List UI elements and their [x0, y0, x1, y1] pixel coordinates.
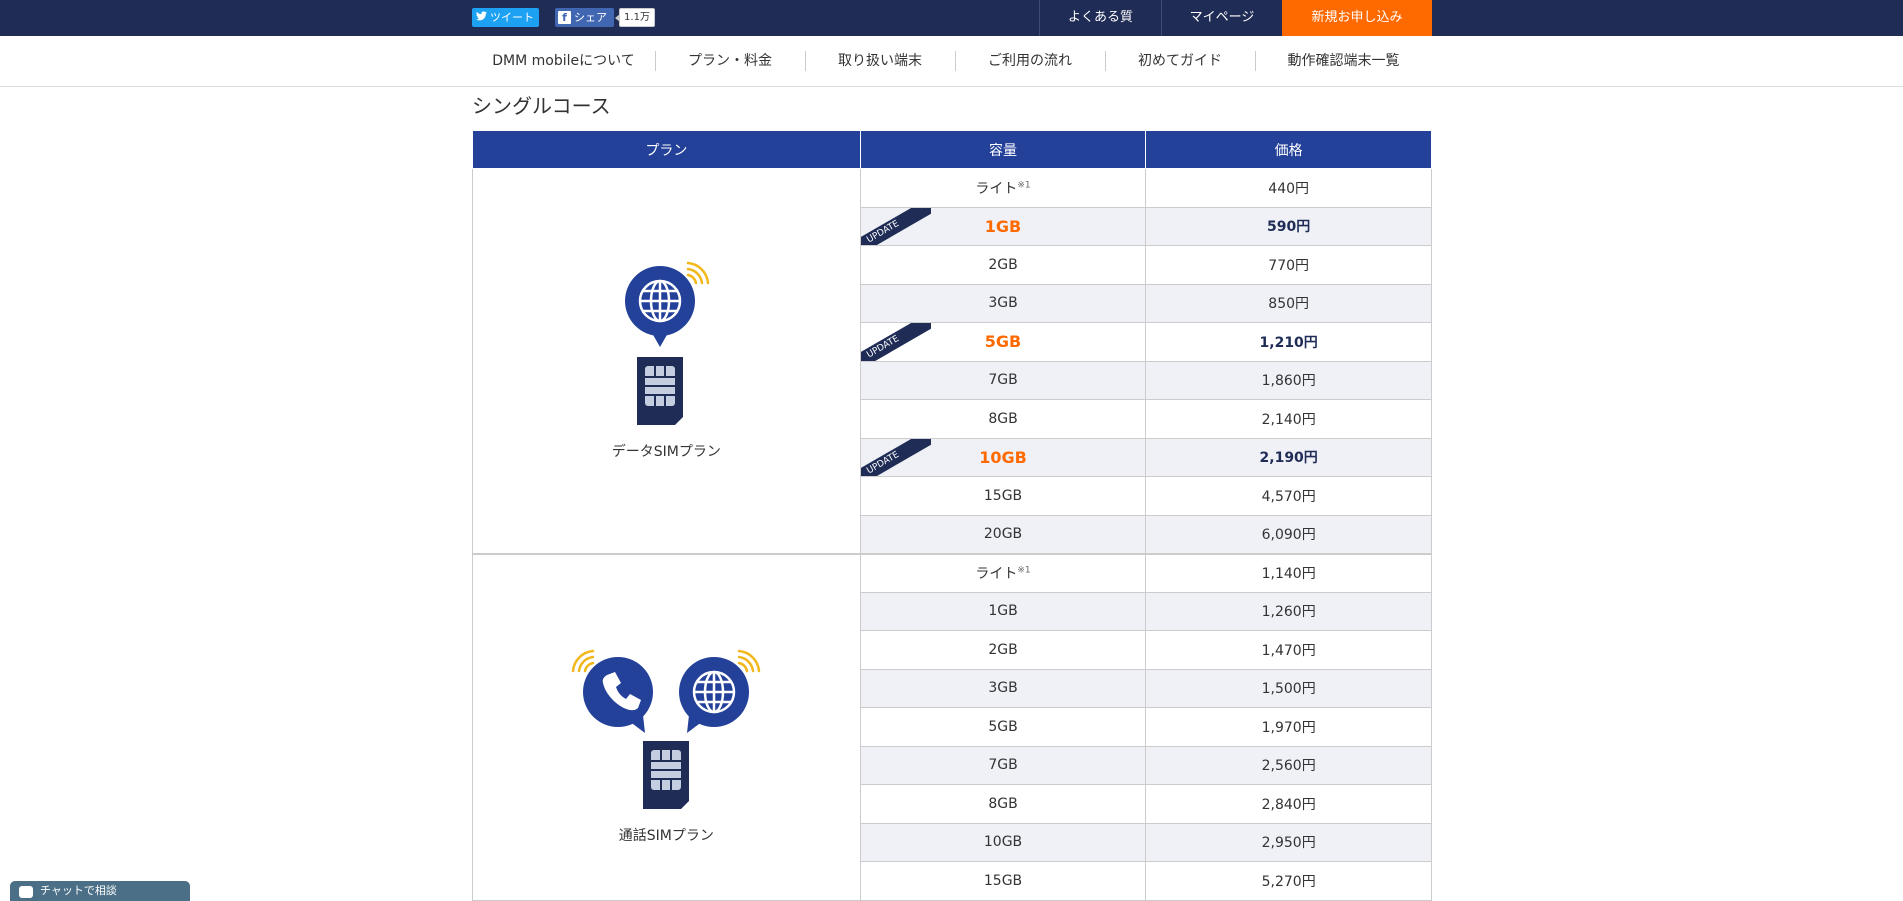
capacity-cell: 2GB — [859, 245, 1147, 285]
capacity-cell: 3GB — [859, 283, 1147, 323]
capacity-value: 5GB — [984, 332, 1022, 352]
capacity-cell: 10GB — [859, 822, 1147, 862]
footnote-mark: ※1 — [1017, 180, 1031, 191]
price-value: 2,190円 — [1259, 450, 1318, 467]
update-ribbon-label: UPDATE — [861, 323, 931, 361]
table-row: データSIMプラン ライト※1 440円 — [472, 168, 1432, 554]
capacity-cell: 8GB — [859, 399, 1147, 439]
capacity-cell: 8GB — [859, 784, 1147, 824]
price-cell: 2,140円 — [1145, 399, 1432, 439]
capacity-cell: UPDATE 10GB — [859, 437, 1147, 477]
capacity-value: 10GB — [979, 447, 1027, 467]
header-plan: プラン — [472, 130, 861, 169]
capacity-cell: 20GB — [859, 514, 1147, 554]
facebook-share-button[interactable]: f シェア — [555, 8, 614, 27]
price-cell: 2,950円 — [1145, 822, 1432, 862]
price-cell: 1,260円 — [1145, 591, 1432, 631]
faq-link[interactable]: よくある質問 — [1039, 0, 1161, 61]
capacity-cell: ライト※1 — [859, 168, 1147, 208]
chat-widget-label: チャットで相談 — [40, 884, 117, 897]
plan-price-table: プラン 容量 価格 データSIMプラン ライト※1 440円 UPDATE 1G… — [472, 130, 1432, 901]
capacity-cell: 15GB — [859, 861, 1147, 901]
price-cell: 1,500円 — [1145, 668, 1432, 708]
capacity-value: ライト — [975, 180, 1018, 197]
price-value: 590円 — [1267, 219, 1311, 236]
top-nav: よくある質問 マイページ 新規お申し込み — [1039, 0, 1432, 61]
top-bar: ツイート f シェア 1.1万 よくある質問 マイページ 新規お申し込み — [0, 0, 1903, 61]
table-header-row: プラン 容量 価格 — [472, 130, 1432, 169]
apply-button[interactable]: 新規お申し込み — [1282, 0, 1432, 36]
share-label: シェア — [574, 11, 607, 24]
mypage-link[interactable]: マイページ — [1161, 0, 1282, 36]
capacity-cell: UPDATE 5GB — [859, 322, 1147, 362]
price-value: 1,210円 — [1259, 334, 1318, 351]
update-ribbon-label: UPDATE — [861, 438, 931, 476]
update-ribbon: UPDATE — [861, 438, 931, 476]
price-cell: 6,090円 — [1145, 514, 1432, 554]
update-ribbon: UPDATE — [861, 207, 931, 245]
nav-item-guide[interactable]: 初めてガイド — [1105, 36, 1255, 87]
nav-item-about[interactable]: DMM mobileについて — [472, 36, 655, 87]
price-cell: 590円 — [1145, 206, 1432, 246]
capacity-cell: 3GB — [859, 668, 1147, 708]
price-cell: 1,860円 — [1145, 360, 1432, 400]
price-cell: 770円 — [1145, 245, 1432, 285]
price-cell: 1,470円 — [1145, 630, 1432, 670]
tweet-label: ツイート — [490, 11, 534, 24]
nav-item-device-list[interactable]: 動作確認端末一覧 — [1255, 36, 1432, 87]
voice-sim-plan-cell: 通話SIMプラン — [472, 552, 861, 901]
price-cell: 1,140円 — [1145, 552, 1432, 593]
data-sim-icon-group: データSIMプラン — [473, 261, 860, 461]
capacity-cell: 7GB — [859, 745, 1147, 785]
top-bar-inner: ツイート f シェア 1.1万 よくある質問 マイページ 新規お申し込み — [472, 0, 1432, 61]
data-sim-icon — [625, 261, 710, 425]
sub-nav-inner: DMM mobileについて プラン・料金 取り扱い端末 ご利用の流れ 初めてガ… — [472, 36, 1432, 87]
capacity-cell: 5GB — [859, 707, 1147, 747]
update-ribbon-label: UPDATE — [861, 207, 931, 245]
price-cell: 1,210円 — [1145, 322, 1432, 362]
price-cell: 5,270円 — [1145, 861, 1432, 901]
data-sim-plan-cell: データSIMプラン — [472, 168, 861, 554]
header-capacity: 容量 — [859, 130, 1147, 169]
capacity-value: 1GB — [984, 216, 1022, 236]
capacity-cell: 15GB — [859, 476, 1147, 516]
facebook-icon: f — [558, 11, 571, 24]
voice-sim-plan-name: 通話SIMプラン — [618, 827, 714, 844]
header-price: 価格 — [1145, 130, 1432, 169]
nav-item-plans[interactable]: プラン・料金 — [655, 36, 805, 87]
price-cell: 440円 — [1145, 168, 1432, 208]
chat-bubble-icon — [19, 886, 33, 898]
price-cell: 2,560円 — [1145, 745, 1432, 785]
capacity-cell: ライト※1 — [859, 552, 1147, 593]
tweet-button[interactable]: ツイート — [472, 8, 539, 27]
price-cell: 4,570円 — [1145, 476, 1432, 516]
voice-sim-icon-group: 通話SIMプラン — [473, 645, 860, 845]
price-cell: 2,190円 — [1145, 437, 1432, 477]
nav-item-devices[interactable]: 取り扱い端末 — [805, 36, 955, 87]
table-row: 通話SIMプラン ライト※1 1,140円 — [472, 552, 1432, 901]
twitter-bird-icon — [476, 8, 487, 27]
share-count-badge: 1.1万 — [615, 8, 655, 27]
voice-sim-icon — [572, 649, 761, 809]
price-cell: 850円 — [1145, 283, 1432, 323]
price-cell: 2,840円 — [1145, 784, 1432, 824]
nav-item-flow[interactable]: ご利用の流れ — [955, 36, 1105, 87]
chat-widget[interactable]: チャットで相談 — [10, 881, 190, 901]
capacity-cell: 1GB — [859, 591, 1147, 631]
capacity-value: ライト — [975, 566, 1018, 582]
data-sim-plan-name: データSIMプラン — [611, 443, 721, 460]
capacity-cell: 7GB — [859, 360, 1147, 400]
section-title: シングルコース — [472, 94, 611, 118]
footnote-mark: ※1 — [1017, 565, 1031, 576]
capacity-cell: UPDATE 1GB — [859, 206, 1147, 246]
update-ribbon: UPDATE — [861, 323, 931, 361]
capacity-cell: 2GB — [859, 630, 1147, 670]
sub-nav: DMM mobileについて プラン・料金 取り扱い端末 ご利用の流れ 初めてガ… — [0, 36, 1903, 87]
price-cell: 1,970円 — [1145, 707, 1432, 747]
